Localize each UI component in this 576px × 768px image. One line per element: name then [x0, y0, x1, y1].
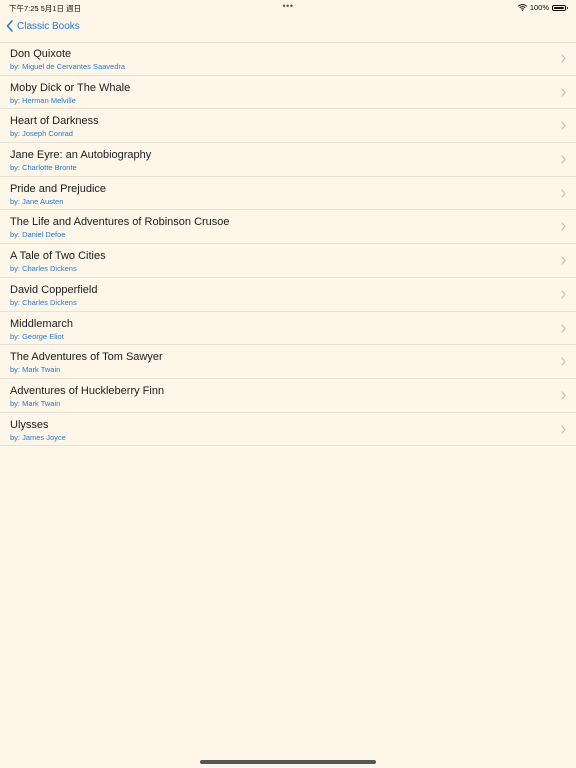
book-list: Don Quixote by: Miguel de Cervantes Saave… — [0, 42, 576, 447]
book-list-row[interactable]: The Adventures of Tom Sawyer by: Mark Twa… — [0, 345, 576, 379]
chevron-right-icon — [561, 88, 566, 97]
book-author: by: James Joyce — [10, 432, 66, 442]
book-title: The Adventures of Tom Sawyer — [10, 351, 163, 364]
chevron-right-icon — [561, 391, 566, 400]
book-title: Adventures of Huckleberry Finn — [10, 384, 165, 397]
book-title: Jane Eyre: an Autobiography — [10, 149, 152, 162]
status-time-date: 下午7:25 5月1日 週日 — [9, 4, 82, 13]
book-list-row[interactable]: Moby Dick or The Whale by: Herman Melvill… — [0, 76, 576, 110]
book-title: Moby Dick or The Whale — [10, 81, 131, 94]
book-title: Don Quixote — [10, 48, 72, 60]
multitasking-dots-icon[interactable]: ••• — [283, 2, 294, 11]
book-list-row[interactable]: Heart of Darkness by: Joseph Conrad — [0, 109, 576, 144]
book-title: A Tale of Two Cities — [10, 250, 106, 263]
chevron-left-icon — [6, 20, 13, 32]
chevron-right-icon — [561, 357, 566, 366]
chevron-right-icon — [561, 290, 566, 299]
battery-icon — [552, 4, 568, 11]
back-button[interactable]: Classic Books — [6, 20, 80, 32]
book-list-row[interactable]: Ulysses by: James Joyce — [0, 413, 576, 447]
chevron-right-icon — [561, 155, 566, 164]
book-title: Pride and Prejudice — [10, 182, 107, 195]
book-list-row[interactable]: Adventures of Huckleberry Finn by: Mark T… — [0, 379, 576, 413]
book-author: by: Jane Austen — [10, 196, 64, 206]
wifi-icon — [517, 4, 527, 11]
home-indicator[interactable] — [200, 760, 376, 764]
book-list-row[interactable]: Jane Eyre: an Autobiography by: Charlotte… — [0, 143, 576, 177]
chevron-right-icon — [561, 121, 566, 130]
status-right-group: 100% — [517, 3, 568, 12]
chevron-right-icon — [561, 256, 566, 265]
book-author: by: Charlotte Bronte — [10, 163, 77, 173]
chevron-right-icon — [561, 424, 566, 434]
book-title: The Life and Adventures of Robinson Crus… — [10, 216, 230, 229]
chevron-right-icon — [561, 222, 566, 232]
navigation-bar: Classic Books — [0, 14, 576, 43]
battery-fill — [554, 6, 564, 9]
book-list-row[interactable]: The Life and Adventures of Robinson Crus… — [0, 210, 576, 245]
battery-percentage: 100% — [529, 3, 549, 12]
book-author: by: Joseph Conrad — [10, 129, 73, 139]
book-title: David Copperfield — [10, 283, 98, 296]
chevron-right-icon — [561, 189, 566, 198]
status-bar: 下午7:25 5月1日 週日 ••• 100% — [0, 0, 576, 14]
book-author: by: Daniel Defoe — [10, 230, 66, 240]
book-list-row[interactable]: Middlemarch by: George Eliot — [0, 312, 576, 346]
book-title: Ulysses — [10, 418, 49, 431]
book-author: by: Charles Dickens — [10, 297, 77, 307]
chevron-right-icon — [561, 54, 566, 63]
book-list-row[interactable]: A Tale of Two Cities by: Charles Dickens — [0, 244, 576, 278]
book-title: Heart of Darkness — [10, 115, 99, 128]
book-title: Middlemarch — [10, 317, 73, 330]
book-list-row[interactable]: Pride and Prejudice by: Jane Austen — [0, 177, 576, 211]
back-button-label: Classic Books — [17, 20, 80, 32]
book-list-row[interactable]: Don Quixote by: Miguel de Cervantes Saave… — [0, 42, 576, 76]
book-author: by: Herman Melville — [10, 95, 76, 105]
book-author: by: Mark Twain — [10, 365, 61, 375]
book-author: by: Mark Twain — [10, 398, 61, 408]
book-author: by: Charles Dickens — [10, 264, 77, 274]
chevron-right-icon — [561, 323, 566, 333]
book-author: by: George Eliot — [10, 331, 64, 341]
book-author: by: Miguel de Cervantes Saavedra — [10, 62, 126, 71]
book-list-row[interactable]: David Copperfield by: Charles Dickens — [0, 278, 576, 312]
